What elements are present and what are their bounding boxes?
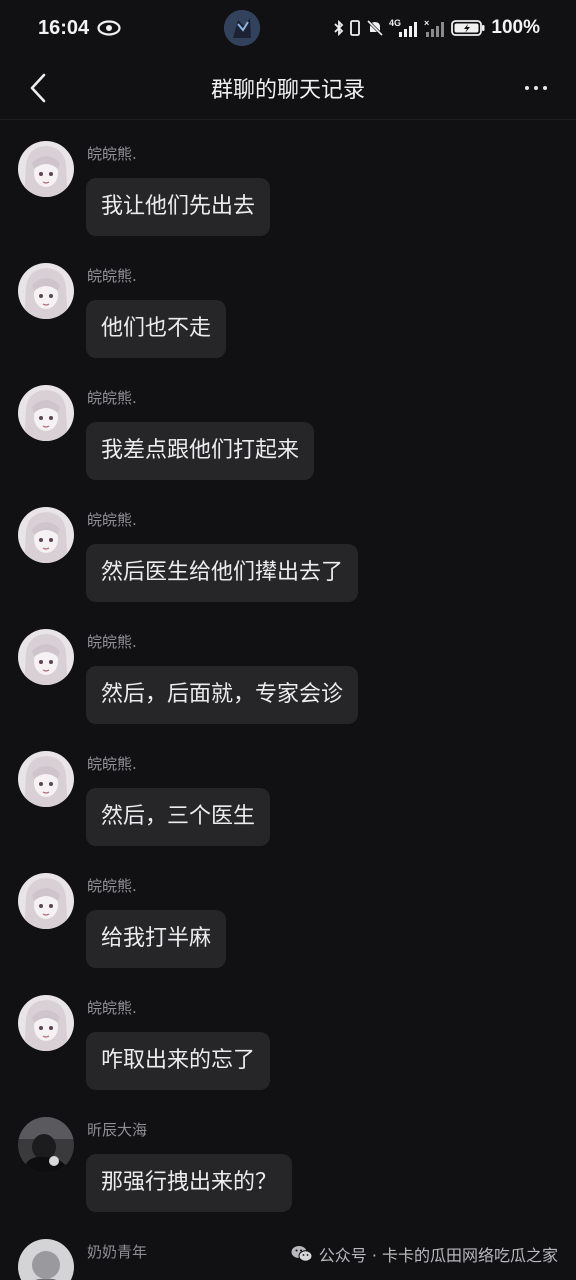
avatar[interactable] (18, 385, 74, 441)
avatar[interactable] (18, 263, 74, 319)
message-bubble[interactable]: 那强行拽出来的？ (86, 1154, 293, 1212)
avatar[interactable] (18, 629, 74, 685)
sender-name: 皖皖熊. (87, 755, 137, 773)
svg-text:×: × (424, 18, 429, 28)
message-item: 皖皖熊. 我差点跟他们打起来 (0, 365, 576, 487)
battery-icon (451, 20, 485, 36)
vibrate-icon (350, 20, 361, 36)
sender-name: 皖皖熊. (87, 511, 137, 529)
status-right: 4G × 100% (334, 17, 540, 39)
status-bar: 16:04 4G × 100% (0, 0, 576, 56)
avatar[interactable] (18, 873, 74, 929)
sender-name: 皖皖熊. (87, 633, 137, 651)
chat-history[interactable]: 皖皖熊. 我让他们先出去 皖皖熊. 他们也不走 皖皖熊. 我差点跟他们打起来 皖… (0, 121, 576, 1280)
sender-name: 皖皖熊. (87, 145, 137, 163)
message-bubble[interactable]: 咋取出来的忘了 (86, 1032, 271, 1090)
avatar[interactable] (18, 507, 74, 563)
message-item: 皖皖熊. 然后，三个医生 (0, 731, 576, 853)
avatar[interactable] (18, 751, 74, 807)
sender-name: 皖皖熊. (87, 389, 137, 407)
message-bubble[interactable]: 他们也不走 (86, 300, 227, 358)
message-bubble[interactable]: 我让他们先出去 (86, 178, 271, 236)
more-button[interactable] (518, 70, 554, 106)
page-title: 群聊的聊天记录 (210, 77, 365, 103)
status-time: 16:04 (38, 16, 90, 39)
message-item: 皖皖熊. 咋取出来的忘了 (0, 975, 576, 1097)
avatar[interactable] (18, 995, 74, 1051)
bluetooth-icon (334, 19, 344, 37)
message-bubble[interactable]: 然后，后面就，专家会诊 (86, 666, 359, 724)
message-bubble[interactable]: 然后，三个医生 (86, 788, 271, 846)
message-item: 皖皖熊. 然后，后面就，专家会诊 (0, 609, 576, 731)
sender-name: 皖皖熊. (87, 999, 137, 1017)
notification-avatar (224, 10, 260, 46)
message-bubble[interactable]: 给我打半麻 (86, 910, 227, 968)
message-item: 皖皖熊. 然后医生给他们撵出去了 (0, 487, 576, 609)
signal-icon: 4G (389, 18, 418, 37)
message-item: 皖皖熊. 我让他们先出去 (0, 121, 576, 243)
svg-text:4G: 4G (389, 18, 401, 28)
navigation-bar: 群聊的聊天记录 (0, 56, 576, 120)
message-item: 皖皖熊. 他们也不走 (0, 243, 576, 365)
chevron-left-icon (30, 73, 46, 103)
watermark-text: 公众号 · 卡卡的瓜田网络吃瓜之家 (318, 1246, 558, 1265)
back-button[interactable] (18, 68, 58, 108)
message-bubble[interactable]: 然后医生给他们撵出去了 (86, 544, 359, 602)
avatar[interactable] (18, 1117, 74, 1173)
mute-icon (367, 19, 384, 37)
sender-name: 皖皖熊. (87, 877, 137, 895)
wechat-icon (291, 1246, 313, 1262)
message-item: 皖皖熊. 给我打半麻 (0, 853, 576, 975)
sender-name: 奶奶青年 (87, 1243, 148, 1261)
more-icon (525, 86, 529, 90)
signal-2-icon: × (424, 18, 445, 37)
sender-name: 皖皖熊. (87, 267, 137, 285)
watermark: 公众号 · 卡卡的瓜田网络吃瓜之家 (291, 1242, 558, 1266)
eye-icon (97, 20, 121, 36)
message-item: 昕辰大海 那强行拽出来的？ (0, 1097, 576, 1219)
avatar[interactable] (18, 1239, 74, 1280)
message-bubble[interactable]: 我差点跟他们打起来 (86, 422, 315, 480)
avatar[interactable] (18, 141, 74, 197)
battery-percent: 100% (491, 17, 540, 38)
sender-name: 昕辰大海 (87, 1121, 148, 1139)
